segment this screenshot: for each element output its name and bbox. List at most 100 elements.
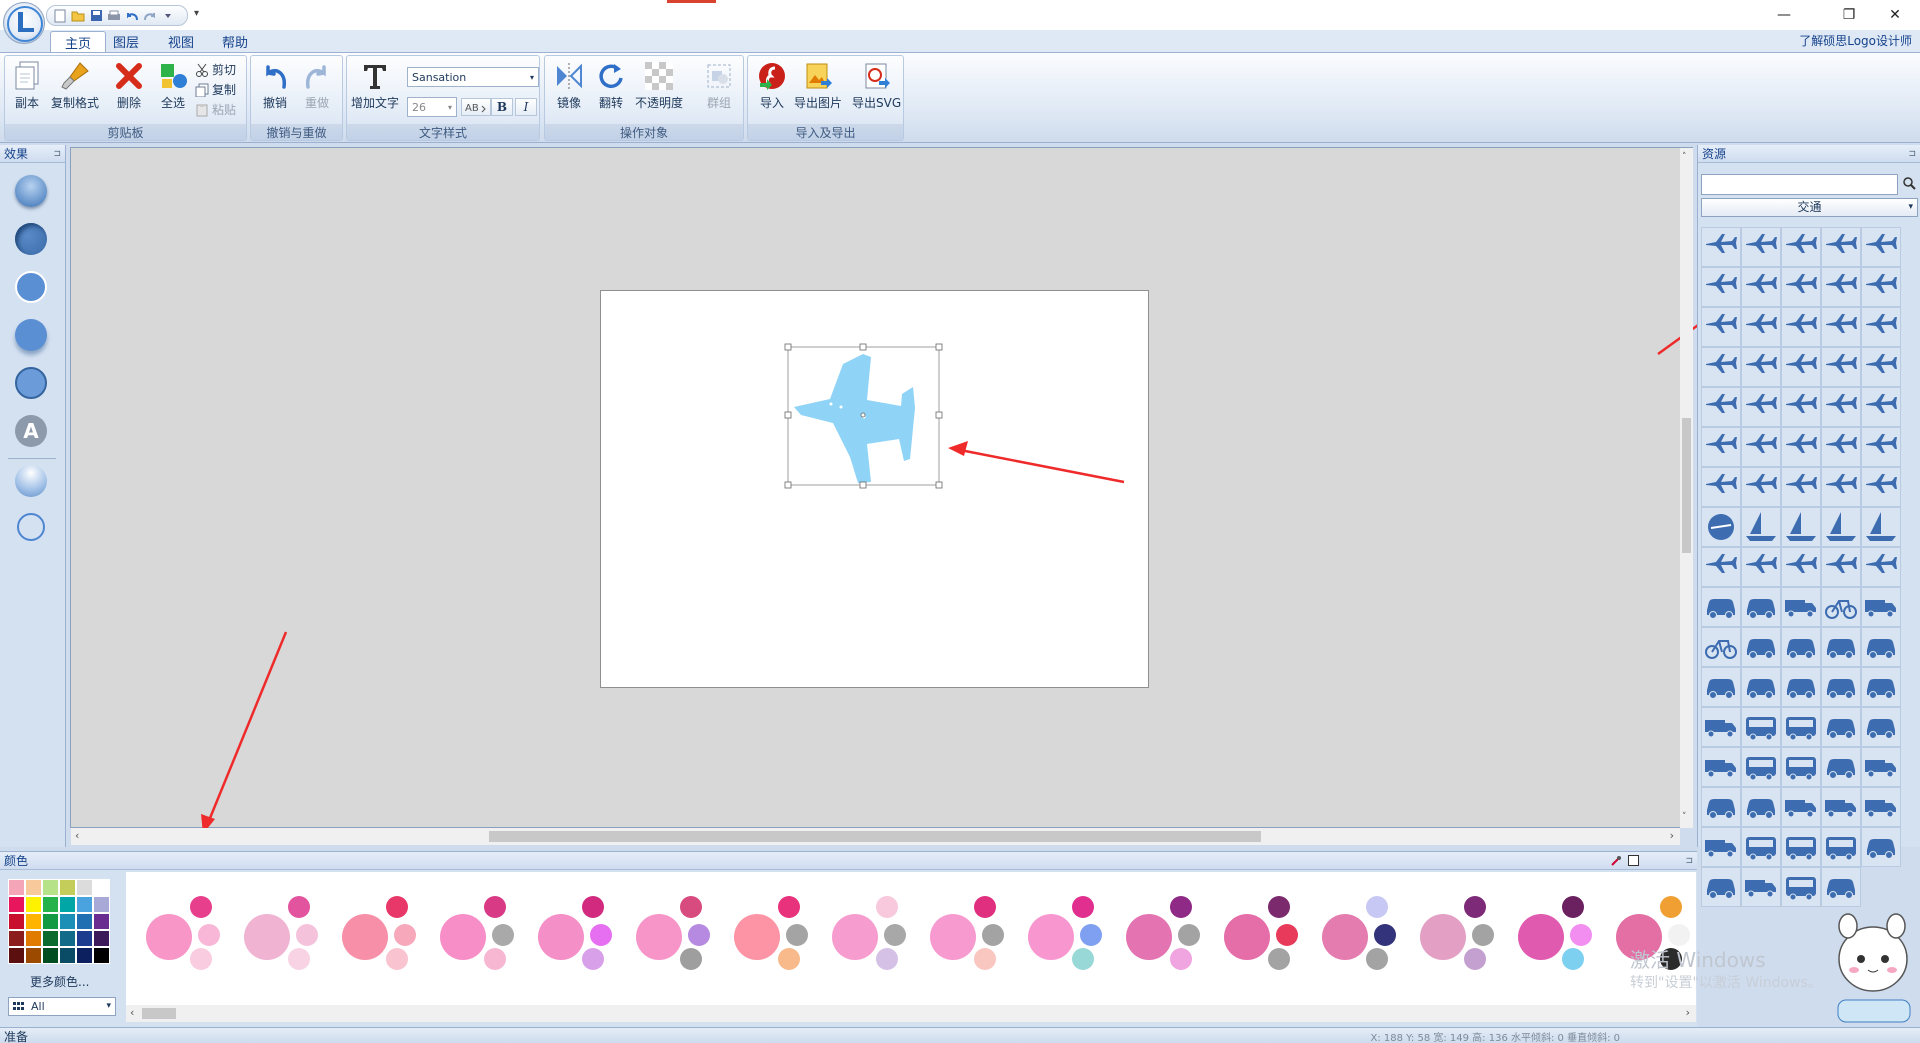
delete-button[interactable]: 删除 — [113, 60, 145, 111]
color-swatch[interactable] — [59, 879, 76, 896]
color-swatch[interactable] — [76, 879, 93, 896]
resource-aircraft-icon[interactable] — [1821, 227, 1861, 267]
resource-aircraft-icon[interactable] — [1861, 547, 1901, 587]
resource-aircraft-icon[interactable] — [1701, 507, 1741, 547]
resource-vehicle-icon[interactable] — [1821, 667, 1861, 707]
color-swatch[interactable] — [76, 913, 93, 930]
open-folder-icon[interactable] — [71, 9, 85, 23]
resource-vehicle-icon[interactable] — [1701, 707, 1741, 747]
import-button[interactable]: 导入 — [756, 60, 788, 111]
redo-icon[interactable] — [143, 9, 157, 23]
resource-aircraft-icon[interactable] — [1861, 227, 1901, 267]
customize-qat-icon[interactable]: ▾ — [194, 8, 199, 19]
resource-aircraft-icon[interactable] — [1821, 507, 1861, 547]
resource-vehicle-icon[interactable] — [1701, 787, 1741, 827]
resource-vehicle-icon[interactable] — [1821, 787, 1861, 827]
resource-aircraft-icon[interactable] — [1741, 227, 1781, 267]
resource-aircraft-icon[interactable] — [1781, 307, 1821, 347]
color-scheme-item[interactable] — [244, 890, 330, 976]
undo-button[interactable]: 撤销 — [259, 60, 291, 111]
color-swatch[interactable] — [25, 879, 42, 896]
resource-vehicle-icon[interactable] — [1861, 827, 1901, 867]
effect-gradient-button[interactable] — [15, 465, 47, 497]
color-scheme-item[interactable] — [440, 890, 526, 976]
color-horizontal-scrollbar[interactable]: ‹ › — [126, 1005, 1696, 1022]
resource-vehicle-icon[interactable] — [1781, 627, 1821, 667]
resource-vehicle-icon[interactable] — [1741, 667, 1781, 707]
resource-vehicle-icon[interactable] — [1741, 627, 1781, 667]
flip-button[interactable]: 翻转 — [595, 60, 627, 111]
color-swatch[interactable] — [59, 947, 76, 964]
color-swatch[interactable] — [25, 930, 42, 947]
resource-aircraft-icon[interactable] — [1741, 347, 1781, 387]
close-button[interactable]: ✕ — [1880, 4, 1910, 26]
resource-aircraft-icon[interactable] — [1781, 347, 1821, 387]
effect-inner-shadow-button[interactable] — [15, 223, 47, 255]
color-scheme-item[interactable] — [342, 890, 428, 976]
color-scheme-item[interactable] — [832, 890, 918, 976]
font-size-select[interactable]: 26 ▾ — [407, 97, 457, 117]
resource-aircraft-icon[interactable] — [1821, 387, 1861, 427]
resource-aircraft-icon[interactable] — [1781, 267, 1821, 307]
resource-aircraft-icon[interactable] — [1701, 547, 1741, 587]
resource-vehicle-icon[interactable] — [1741, 747, 1781, 787]
resource-vehicle-icon[interactable] — [1821, 867, 1861, 907]
resource-aircraft-icon[interactable] — [1701, 267, 1741, 307]
resource-search-input[interactable] — [1701, 174, 1898, 195]
resource-vehicle-icon[interactable] — [1821, 827, 1861, 867]
color-swatch[interactable] — [93, 930, 110, 947]
resource-aircraft-icon[interactable] — [1861, 467, 1901, 507]
color-scheme-item[interactable] — [538, 890, 624, 976]
horizontal-scroll-thumb[interactable] — [489, 831, 1261, 842]
resource-vehicle-icon[interactable] — [1701, 587, 1741, 627]
new-file-icon[interactable] — [53, 9, 67, 23]
resource-vehicle-icon[interactable] — [1741, 587, 1781, 627]
resource-vehicle-icon[interactable] — [1741, 707, 1781, 747]
resource-vehicle-icon[interactable] — [1861, 667, 1901, 707]
resource-aircraft-icon[interactable] — [1861, 307, 1901, 347]
design-page[interactable] — [600, 290, 1149, 688]
resource-vehicle-icon[interactable] — [1821, 707, 1861, 747]
color-swatch[interactable] — [25, 913, 42, 930]
scroll-right-icon[interactable]: › — [1670, 829, 1674, 842]
resource-vehicle-icon[interactable] — [1781, 747, 1821, 787]
export-svg-button[interactable]: 导出SVG — [852, 60, 901, 111]
resource-aircraft-icon[interactable] — [1701, 227, 1741, 267]
color-scheme-item[interactable] — [1224, 890, 1310, 976]
color-swatch[interactable] — [59, 896, 76, 913]
resource-aircraft-icon[interactable] — [1701, 467, 1741, 507]
resource-category-select[interactable]: 交通 ▾ — [1701, 198, 1918, 217]
color-scheme-item[interactable] — [1420, 890, 1506, 976]
color-scheme-item[interactable] — [1126, 890, 1212, 976]
export-image-button[interactable]: 导出图片 — [794, 60, 842, 111]
canvas-vertical-scrollbar[interactable]: ˄ ˅ — [1680, 148, 1693, 828]
resource-aircraft-icon[interactable] — [1741, 387, 1781, 427]
about-link[interactable]: 了解硕思Logo设计师 — [1799, 32, 1912, 49]
resource-vehicle-icon[interactable] — [1781, 587, 1821, 627]
color-swatch[interactable] — [8, 930, 25, 947]
resource-vehicle-icon[interactable] — [1821, 627, 1861, 667]
resource-vehicle-icon[interactable] — [1821, 747, 1861, 787]
maximize-button[interactable]: ❐ — [1834, 4, 1864, 26]
tab-view[interactable]: 视图 — [154, 31, 208, 52]
no-fill-icon[interactable] — [1628, 855, 1640, 866]
color-swatch[interactable] — [93, 913, 110, 930]
resource-aircraft-icon[interactable] — [1821, 307, 1861, 347]
effect-text-button[interactable]: A — [15, 415, 47, 447]
pin-icon[interactable]: ⊐ — [1908, 149, 1916, 159]
color-swatch[interactable] — [76, 930, 93, 947]
bold-button[interactable]: B — [491, 98, 513, 116]
pin-icon[interactable]: ⊐ — [53, 149, 61, 159]
resource-vehicle-icon[interactable] — [1781, 667, 1821, 707]
resource-aircraft-icon[interactable] — [1781, 387, 1821, 427]
vertical-scroll-thumb[interactable] — [1682, 418, 1691, 553]
resource-aircraft-icon[interactable] — [1701, 387, 1741, 427]
redo-button[interactable]: 重做 — [301, 60, 333, 111]
resource-aircraft-icon[interactable] — [1741, 427, 1781, 467]
color-swatch[interactable] — [76, 896, 93, 913]
resource-vehicle-icon[interactable] — [1861, 707, 1901, 747]
color-scheme-item[interactable] — [636, 890, 722, 976]
color-swatch[interactable] — [8, 879, 25, 896]
color-swatch[interactable] — [76, 947, 93, 964]
text-spacing-button[interactable]: AB — [461, 98, 491, 116]
